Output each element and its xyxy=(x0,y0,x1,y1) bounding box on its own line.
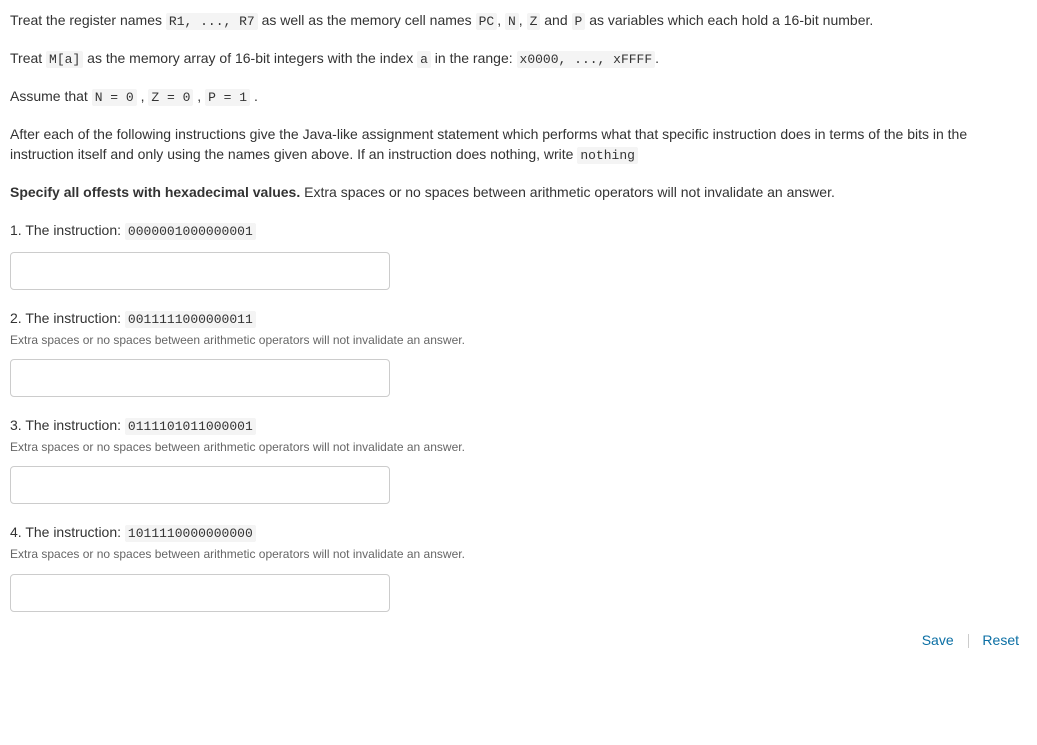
instruction-code: 1011110000000000 xyxy=(125,525,256,542)
actions-bar: Save Reset xyxy=(10,630,1027,650)
question-hint: Extra spaces or no spaces between arithm… xyxy=(10,546,1027,563)
question-hint: Extra spaces or no spaces between arithm… xyxy=(10,439,1027,456)
inline-code: P xyxy=(572,13,586,30)
question-label: 2. The instruction: 0011111000000011 xyxy=(10,308,1027,330)
inline-code: a xyxy=(417,51,431,68)
intro-paragraph-5: Specify all offests with hexadecimal val… xyxy=(10,182,1027,202)
save-button[interactable]: Save xyxy=(922,632,954,648)
instruction-code: 0000001000000001 xyxy=(125,223,256,240)
inline-code: Z xyxy=(527,13,541,30)
intro-paragraph-2: Treat M[a] as the memory array of 16-bit… xyxy=(10,48,1027,70)
question-label: 1. The instruction: 0000001000000001 xyxy=(10,220,1027,242)
intro-paragraph-3: Assume that N = 0 , Z = 0 , P = 1 . xyxy=(10,86,1027,108)
inline-code: Z = 0 xyxy=(148,89,193,106)
inline-code: P = 1 xyxy=(205,89,250,106)
action-divider xyxy=(968,634,969,648)
instruction-code: 0111101011000001 xyxy=(125,418,256,435)
question-1: 1. The instruction: 0000001000000001 xyxy=(10,220,1027,290)
intro-paragraph-1: Treat the register names R1, ..., R7 as … xyxy=(10,10,1027,32)
inline-code: PC xyxy=(476,13,498,30)
inline-code: x0000, ..., xFFFF xyxy=(517,51,656,68)
inline-code: M[a] xyxy=(46,51,83,68)
question-4: 4. The instruction: 1011110000000000 Extr… xyxy=(10,522,1027,611)
instruction-code: 0011111000000011 xyxy=(125,311,256,328)
inline-code: N xyxy=(505,13,519,30)
inline-code: N = 0 xyxy=(92,89,137,106)
answer-input-1[interactable] xyxy=(10,252,390,290)
answer-input-4[interactable] xyxy=(10,574,390,612)
question-2: 2. The instruction: 0011111000000011 Extr… xyxy=(10,308,1027,397)
answer-input-3[interactable] xyxy=(10,466,390,504)
bold-instruction: Specify all offests with hexadecimal val… xyxy=(10,184,300,200)
answer-input-2[interactable] xyxy=(10,359,390,397)
inline-code: R1, ..., R7 xyxy=(166,13,258,30)
question-hint: Extra spaces or no spaces between arithm… xyxy=(10,332,1027,349)
question-label: 3. The instruction: 0111101011000001 xyxy=(10,415,1027,437)
inline-code: nothing xyxy=(577,147,638,164)
question-3: 3. The instruction: 0111101011000001 Extr… xyxy=(10,415,1027,504)
intro-paragraph-4: After each of the following instructions… xyxy=(10,124,1027,166)
question-label: 4. The instruction: 1011110000000000 xyxy=(10,522,1027,544)
reset-button[interactable]: Reset xyxy=(982,632,1019,648)
